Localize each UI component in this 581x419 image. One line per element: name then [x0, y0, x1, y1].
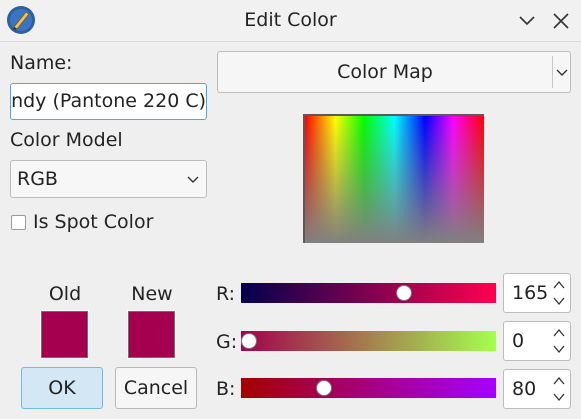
red-value: 165: [512, 282, 549, 304]
blue-slider-handle[interactable]: [316, 380, 332, 396]
chevron-up-icon[interactable]: [553, 280, 565, 290]
red-spinbox[interactable]: 165: [503, 273, 571, 313]
chevron-down-icon[interactable]: [553, 344, 565, 354]
name-input[interactable]: Burgundy (Pantone 220 C): [10, 83, 207, 120]
window-title: Edit Color: [244, 9, 337, 31]
title-bar: Edit Color: [0, 0, 581, 42]
blue-spinbox[interactable]: 80: [503, 369, 571, 409]
red-slider[interactable]: [241, 283, 496, 303]
close-icon[interactable]: [549, 9, 573, 33]
app-icon: [7, 6, 35, 34]
spot-color-checkbox[interactable]: [11, 215, 26, 230]
green-value: 0: [512, 330, 525, 352]
name-input-value: Burgundy (Pantone 220 C): [11, 90, 206, 112]
old-color-swatch: [40, 310, 89, 359]
chevron-down-icon: [187, 176, 199, 183]
chevron-down-icon: [556, 69, 568, 76]
blue-value: 80: [512, 378, 537, 400]
blue-label: B:: [216, 378, 236, 400]
name-label: Name:: [10, 52, 73, 74]
color-model-select[interactable]: RGB: [10, 160, 207, 198]
chevron-down-icon[interactable]: [515, 9, 539, 33]
color-model-label: Color Model: [10, 129, 123, 151]
red-slider-handle[interactable]: [396, 285, 412, 301]
cancel-button[interactable]: Cancel: [115, 367, 197, 409]
chevron-up-icon[interactable]: [553, 328, 565, 338]
green-slider[interactable]: [241, 331, 496, 351]
spot-color-label[interactable]: Is Spot Color: [33, 211, 153, 233]
color-map-select[interactable]: Color Map: [217, 51, 571, 93]
chevron-down-icon[interactable]: [553, 392, 565, 402]
color-map-value: Color Map: [337, 61, 433, 83]
old-swatch-label: Old: [48, 283, 82, 305]
ok-button[interactable]: OK: [21, 367, 103, 409]
color-map-canvas[interactable]: [303, 114, 484, 243]
new-swatch-label: New: [131, 283, 173, 305]
new-color-swatch: [127, 310, 176, 359]
blue-slider[interactable]: [241, 378, 496, 398]
green-label: G:: [216, 331, 238, 353]
red-label: R:: [216, 283, 236, 305]
color-map-saturation-gradient: [305, 116, 484, 243]
chevron-down-icon[interactable]: [553, 296, 565, 306]
green-slider-handle[interactable]: [241, 333, 257, 349]
divider: [552, 56, 553, 88]
chevron-up-icon[interactable]: [553, 376, 565, 386]
green-spinbox[interactable]: 0: [503, 321, 571, 361]
color-model-value: RGB: [17, 168, 58, 190]
